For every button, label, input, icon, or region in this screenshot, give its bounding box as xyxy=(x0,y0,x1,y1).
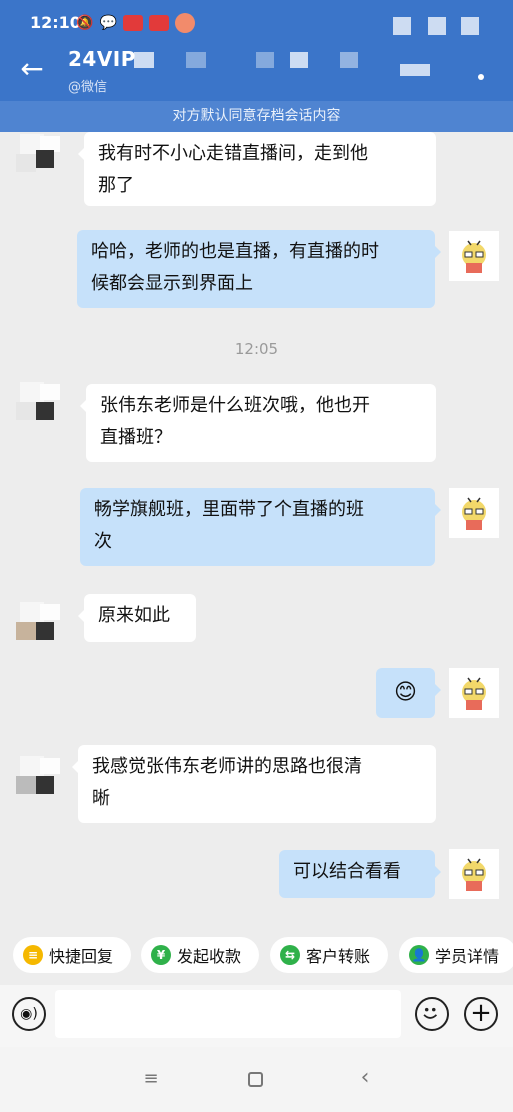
status-time: 12:10 xyxy=(30,13,81,32)
redacted-title-block xyxy=(134,52,154,68)
customer-transfer-label: 客户转账 xyxy=(306,947,371,966)
more-options-icon[interactable] xyxy=(478,74,484,80)
input-bar: ◉) + xyxy=(0,985,513,1047)
message-text: 原来如此 xyxy=(98,605,170,626)
redacted-title-block xyxy=(290,52,308,68)
message-bubble-incoming[interactable]: 我有时不小心走错直播间，走到他 那了 xyxy=(78,132,436,206)
home-icon[interactable] xyxy=(248,1072,263,1087)
message-bubble-outgoing[interactable]: 哈哈，老师的也是直播，有直播的时 候都会显示到界面上 xyxy=(77,230,441,308)
message-text: 晰 xyxy=(92,788,110,809)
transfer-icon: ⇆ xyxy=(280,945,300,965)
message-bubble-incoming[interactable]: 我感觉张伟东老师讲的思路也很清 晰 xyxy=(72,745,436,823)
student-detail-icon: 👤 xyxy=(409,945,429,965)
message-bubble-incoming[interactable]: 原来如此 xyxy=(78,594,196,642)
message-text: 那了 xyxy=(98,175,134,196)
smile-emoji-icon: 😊 xyxy=(394,680,417,705)
message-text: 可以结合看看 xyxy=(293,861,401,882)
chat-header: 12:10 🔕 💬 ← 24VIP @微信 对方默认同意存档会话内容 xyxy=(0,0,513,132)
message-text: 次 xyxy=(94,531,112,552)
battery-icon xyxy=(461,17,479,35)
status-icons: 🔕 💬 xyxy=(76,13,195,33)
message-bubble-incoming[interactable]: 张伟东老师是什么班次哦，他也开 直播班？ xyxy=(80,384,436,462)
person-icon[interactable] xyxy=(400,64,430,76)
notification-badge-icon xyxy=(148,15,169,31)
nav-back-icon[interactable]: ‹ xyxy=(355,1067,375,1089)
chat-subtitle: @微信 xyxy=(68,80,108,95)
message-bubble-outgoing[interactable]: 😊 xyxy=(376,668,441,718)
quick-reply-label: 快捷回复 xyxy=(49,947,114,966)
quick-reply-button[interactable]: ≡ 快捷回复 xyxy=(13,937,131,973)
student-detail-button[interactable]: 👤 学员详情 xyxy=(399,937,513,973)
self-avatar[interactable] xyxy=(449,488,499,538)
start-payment-label: 发起收款 xyxy=(177,947,242,966)
menu-icon[interactable]: ≡ xyxy=(141,1069,161,1089)
chat-title: 24VIP xyxy=(68,47,136,71)
archive-notice: 对方默认同意存档会话内容 xyxy=(0,101,513,132)
message-timestamp: 12:05 xyxy=(234,340,279,358)
start-payment-button[interactable]: ¥ 发起收款 xyxy=(141,937,259,973)
message-text: 直播班？ xyxy=(100,427,172,448)
mute-bell-icon: 🔕 xyxy=(76,15,94,31)
contact-avatar[interactable] xyxy=(14,132,68,184)
signal-icon xyxy=(393,17,411,35)
redacted-title-block xyxy=(340,52,358,68)
redacted-title-block xyxy=(186,52,206,68)
message-text: 我有时不小心走错直播间，走到他 xyxy=(98,143,368,164)
status-bar: 12:10 🔕 💬 xyxy=(0,0,513,46)
notification-badge-icon xyxy=(122,15,143,31)
self-avatar[interactable] xyxy=(449,231,499,281)
message-text: 张伟东老师是什么班次哦，他也开 xyxy=(100,395,370,416)
quick-action-bar: ≡ 快捷回复 ¥ 发起收款 ⇆ 客户转账 👤 学员详情 xyxy=(0,925,513,985)
message-bubble-outgoing[interactable]: 畅学旗舰班，里面带了个直播的班 次 xyxy=(80,488,441,566)
message-list[interactable]: 我有时不小心走错直播间，走到他 那了 哈哈，老师的也是直播，有直播的时 候都会显… xyxy=(0,132,513,925)
self-avatar[interactable] xyxy=(449,849,499,899)
wifi-icon xyxy=(428,17,446,35)
message-text: 畅学旗舰班，里面带了个直播的班 xyxy=(94,499,364,520)
contact-avatar[interactable] xyxy=(14,598,68,652)
contact-avatar[interactable] xyxy=(14,378,68,432)
wechat-icon: 💬 xyxy=(99,15,117,31)
emoji-icon[interactable] xyxy=(415,997,449,1031)
customer-transfer-button[interactable]: ⇆ 客户转账 xyxy=(270,937,388,973)
plus-icon[interactable]: + xyxy=(464,997,498,1031)
redacted-title-block xyxy=(256,52,274,68)
student-detail-label: 学员详情 xyxy=(435,947,500,966)
self-avatar[interactable] xyxy=(449,668,499,718)
app-notification-icon xyxy=(174,13,195,33)
contact-avatar[interactable] xyxy=(14,752,68,806)
message-text: 我感觉张伟东老师讲的思路也很清 xyxy=(92,756,362,777)
message-text: 候都会显示到界面上 xyxy=(91,273,253,294)
back-arrow-icon[interactable]: ← xyxy=(16,54,48,86)
payment-icon: ¥ xyxy=(151,945,171,965)
voice-input-icon[interactable]: ◉) xyxy=(12,997,46,1031)
quick-reply-icon: ≡ xyxy=(23,945,43,965)
system-nav-bar: ≡ ‹ xyxy=(0,1047,513,1112)
message-bubble-outgoing[interactable]: 可以结合看看 xyxy=(279,850,441,898)
message-text: 哈哈，老师的也是直播，有直播的时 xyxy=(91,241,379,262)
message-input[interactable] xyxy=(55,990,401,1038)
